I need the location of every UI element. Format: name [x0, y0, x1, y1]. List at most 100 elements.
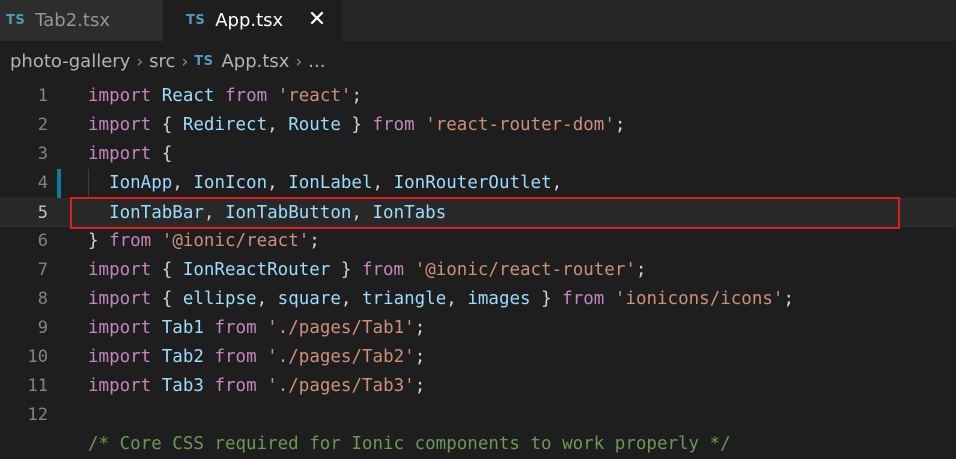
- code-token: ;: [614, 115, 626, 135]
- code-token: ;: [414, 318, 426, 338]
- chevron-right-icon: ›: [295, 51, 303, 72]
- typescript-file-icon: TS: [194, 54, 214, 69]
- code-text: import Tab2 from './pages/Tab2';: [88, 343, 425, 372]
- code-line[interactable]: 10 import Tab2 from './pages/Tab2';: [0, 343, 956, 372]
- code-token: from: [372, 115, 415, 135]
- code-token: from: [214, 318, 257, 338]
- code-line[interactable]: 9 import Tab1 from './pages/Tab1';: [0, 314, 956, 343]
- code-token: ;: [414, 376, 426, 396]
- close-icon[interactable]: ✕: [304, 7, 330, 33]
- line-number: 7: [37, 260, 48, 280]
- code-text: import React from 'react';: [88, 82, 362, 111]
- typescript-file-icon: TS: [186, 13, 206, 28]
- code-line[interactable]: 1 import React from 'react';: [0, 82, 956, 111]
- code-line[interactable]: 8 import { ellipse, square, triangle, ima…: [0, 285, 956, 314]
- tab-label: App.tsx: [215, 10, 284, 31]
- code-token: images: [467, 289, 531, 309]
- code-token: 'react-router-dom': [425, 115, 615, 135]
- code-token: ;: [414, 347, 426, 367]
- code-token: ,: [267, 173, 289, 193]
- code-token: from: [361, 260, 405, 280]
- code-editor[interactable]: 1 import React from 'react'; 2 import { Red…: [0, 82, 956, 454]
- code-token: import: [88, 115, 152, 135]
- line-number: 11: [27, 376, 48, 396]
- code-line[interactable]: 6} from '@ionic/react';: [0, 227, 956, 256]
- code-token: {: [151, 115, 183, 135]
- code-line[interactable]: 5 IonTabBar, IonTabButton, IonTabs: [0, 198, 956, 227]
- breadcrumb-file-app-tsx[interactable]: App.tsx: [221, 51, 289, 72]
- code-token: ;: [351, 86, 363, 106]
- code-token: ellipse: [182, 289, 257, 309]
- code-token: import: [88, 144, 152, 164]
- code-token: 'ionicons/icons': [614, 289, 784, 309]
- code-token: ,: [351, 203, 373, 223]
- code-token: ,: [446, 289, 468, 309]
- breadcrumb-symbols-ellipsis[interactable]: ...: [308, 51, 325, 72]
- code-text: import { ellipse, square, triangle, imag…: [88, 285, 794, 314]
- code-token: ,: [256, 289, 278, 309]
- code-text: IonApp, IonIcon, IonLabel, IonRouterOutl…: [88, 169, 562, 198]
- code-token: IonTabs: [372, 203, 447, 223]
- line-number: 6: [37, 231, 48, 251]
- code-token: }: [530, 289, 563, 309]
- breadcrumb-folder-src[interactable]: src: [149, 51, 175, 72]
- code-token: './pages/Tab1': [267, 318, 415, 338]
- code-token: ,: [340, 289, 362, 309]
- code-line[interactable]: 2 import { Redirect, Route } from 'react-…: [0, 111, 956, 140]
- code-line[interactable]: /* Core CSS required for Ionic component…: [0, 430, 956, 459]
- code-token: IonTabButton: [224, 203, 352, 223]
- code-token: from: [214, 376, 257, 396]
- code-token: Tab2: [161, 347, 204, 367]
- code-line[interactable]: 7 import { IonReactRouter } from '@ionic/…: [0, 256, 956, 285]
- code-line[interactable]: 3 import {: [0, 140, 956, 169]
- code-token: ,: [172, 173, 194, 193]
- tab-app-tsx[interactable]: TS App.tsx ✕: [163, 0, 342, 41]
- code-token: import: [88, 260, 152, 280]
- code-token: ,: [267, 115, 289, 135]
- code-token: {: [151, 144, 173, 164]
- code-text: import {: [88, 140, 172, 169]
- tab-tab2-tsx[interactable]: TS Tab2.tsx: [0, 0, 163, 41]
- code-token: ,: [372, 173, 394, 193]
- line-number: 1: [37, 86, 48, 106]
- code-token: triangle: [361, 289, 447, 309]
- code-text: import { Redirect, Route } from 'react-r…: [88, 111, 625, 140]
- code-text: import Tab1 from './pages/Tab1';: [88, 314, 425, 343]
- code-token: import: [88, 86, 152, 106]
- code-token: ;: [635, 260, 647, 280]
- code-token: ,: [551, 173, 563, 193]
- code-token: React: [161, 86, 215, 106]
- code-line[interactable]: 12: [0, 401, 956, 430]
- code-token: './pages/Tab2': [267, 347, 415, 367]
- code-token: }: [330, 260, 362, 280]
- breadcrumb: photo-gallery › src › TS App.tsx › ...: [0, 41, 956, 82]
- code-token: IonIcon: [193, 173, 268, 193]
- code-token: }: [88, 231, 110, 251]
- code-token: IonReactRouter: [182, 260, 331, 280]
- code-token: ;: [783, 289, 794, 309]
- chevron-right-icon: ›: [181, 51, 189, 72]
- breadcrumb-folder-photo-gallery[interactable]: photo-gallery: [10, 51, 130, 72]
- code-token: from: [562, 289, 605, 309]
- code-token: IonApp: [109, 173, 173, 193]
- code-token: Tab1: [161, 318, 204, 338]
- tab-label: Tab2.tsx: [35, 10, 110, 31]
- code-line[interactable]: 4 IonApp, IonIcon, IonLabel, IonRouterOu…: [0, 169, 956, 198]
- code-line[interactable]: 11 import Tab3 from './pages/Tab3';: [0, 372, 956, 401]
- code-token: from: [109, 231, 152, 251]
- code-text: import { IonReactRouter } from '@ionic/r…: [88, 256, 646, 285]
- code-token: import: [88, 289, 152, 309]
